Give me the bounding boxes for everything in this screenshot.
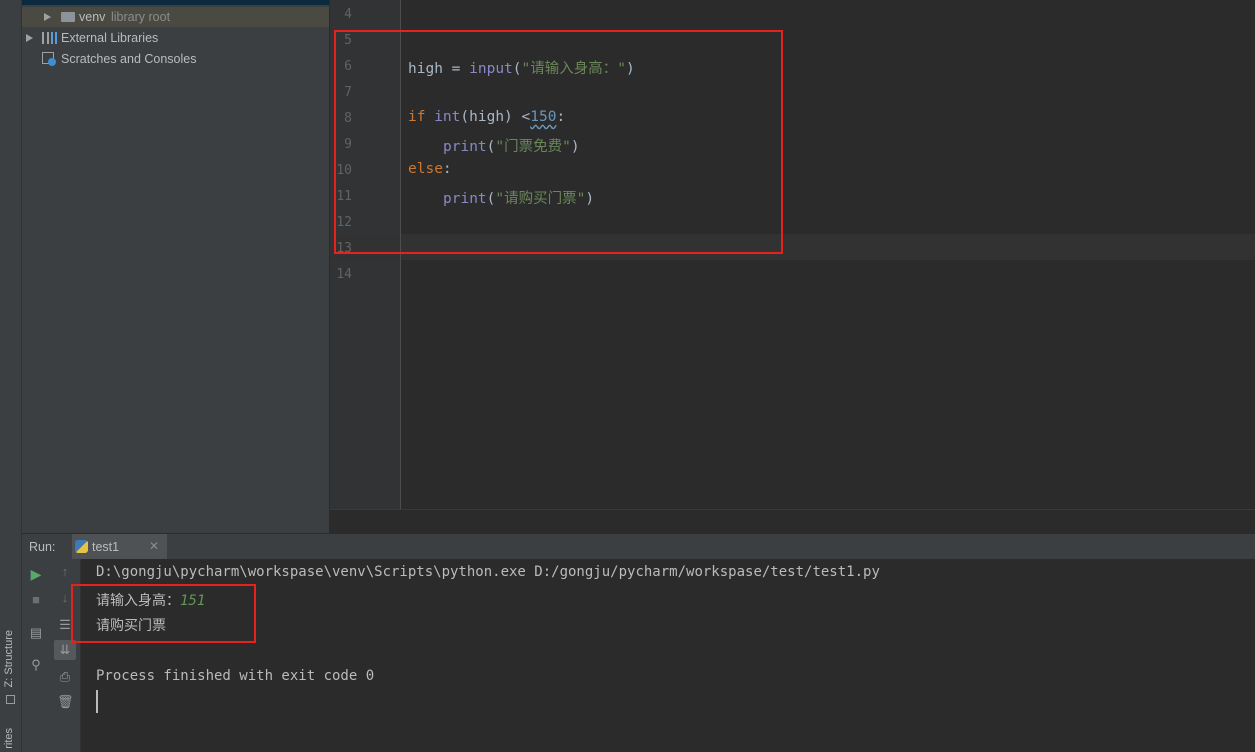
- run-title: Run:: [29, 540, 56, 554]
- layout-icon[interactable]: ▤: [28, 625, 44, 641]
- run-toolbar-primary: ▶ ■ ▤ ⚲: [22, 559, 50, 752]
- tree-item-external-libraries[interactable]: External Libraries: [22, 28, 329, 48]
- line-number: 4: [344, 7, 352, 22]
- tree-item-venv[interactable]: venv library root: [22, 7, 329, 27]
- console-command-line: D:\gongju\pycharm\workspase\venv\Scripts…: [96, 564, 880, 580]
- trash-icon[interactable]: 🗑: [57, 694, 74, 710]
- clock-icon: [48, 58, 56, 66]
- tree-item-label: venv: [79, 10, 106, 24]
- run-console[interactable]: [81, 559, 1255, 752]
- console-caret: [96, 690, 98, 713]
- tree-item-scratches[interactable]: Scratches and Consoles: [22, 49, 329, 69]
- structure-label: Z: Structure: [3, 630, 15, 688]
- favorites-tool-button[interactable]: rites: [3, 728, 15, 749]
- code-highlight-box: [334, 30, 783, 254]
- left-tool-strip: Z: Structure rites: [0, 0, 22, 752]
- print-icon[interactable]: ⎙: [57, 669, 73, 685]
- structure-icon: [6, 695, 15, 704]
- expand-arrow-icon[interactable]: [44, 13, 51, 21]
- editor-bottom-bar: [330, 509, 1255, 534]
- tree-item-label: External Libraries: [61, 31, 159, 45]
- python-icon: [75, 540, 88, 553]
- rerun-icon[interactable]: ▶: [28, 566, 44, 582]
- run-tab-label: test1: [92, 540, 120, 554]
- folder-icon: [61, 12, 75, 22]
- console-exit-message: Process finished with exit code 0: [96, 668, 375, 684]
- scroll-to-end-icon: ⇊: [59, 642, 71, 657]
- favorites-label: rites: [3, 728, 15, 749]
- library-icon: [42, 32, 57, 44]
- line-number: 14: [336, 267, 352, 282]
- run-tool-header: Run: test1 ✕: [22, 533, 1255, 560]
- output-highlight-box: [71, 584, 256, 643]
- up-arrow-icon[interactable]: ↑: [57, 564, 73, 580]
- run-tab-test1[interactable]: test1 ✕: [72, 534, 167, 560]
- tree-item-label: Scratches and Consoles: [61, 52, 197, 66]
- project-tree-panel: venv library root External Libraries Scr…: [22, 0, 329, 533]
- pin-icon[interactable]: ⚲: [28, 657, 44, 673]
- stop-icon[interactable]: ■: [28, 592, 44, 608]
- tree-item-suffix: library root: [111, 10, 171, 24]
- expand-arrow-icon[interactable]: [26, 34, 33, 42]
- selected-tree-row[interactable]: [22, 0, 329, 5]
- structure-tool-button[interactable]: Z: Structure: [3, 630, 15, 687]
- close-tab-icon[interactable]: ✕: [149, 539, 159, 553]
